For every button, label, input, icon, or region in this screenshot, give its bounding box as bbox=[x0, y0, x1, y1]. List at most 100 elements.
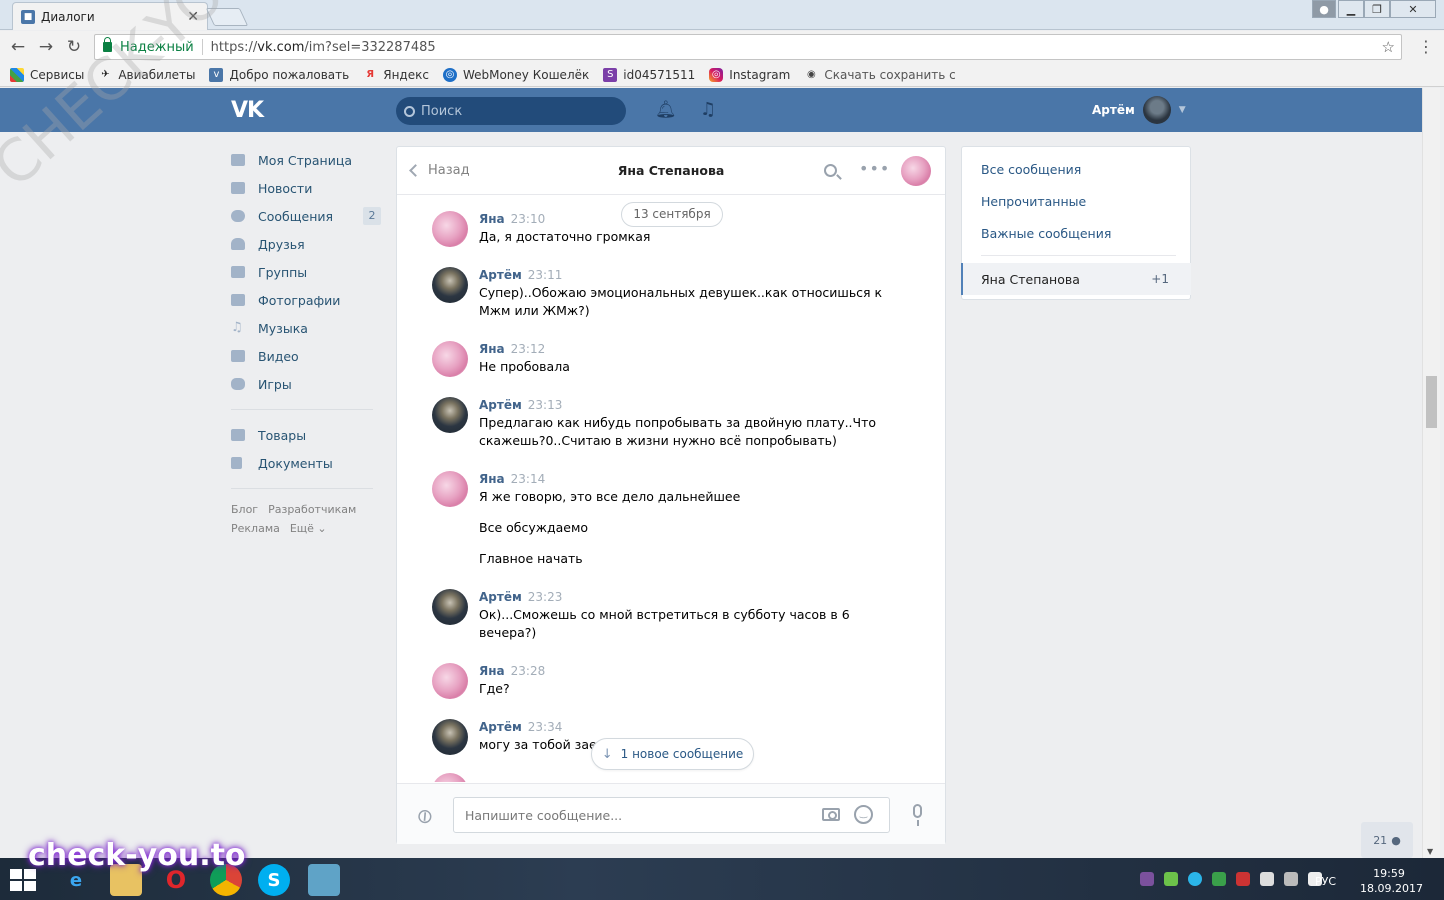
scrollbar-thumb[interactable] bbox=[1426, 376, 1437, 428]
avatar[interactable] bbox=[432, 267, 468, 303]
avatar[interactable] bbox=[432, 773, 468, 782]
viber-icon[interactable] bbox=[1140, 872, 1154, 886]
skype-icon[interactable]: S bbox=[258, 864, 290, 896]
message-author[interactable]: Артём bbox=[479, 268, 522, 282]
nav-item-video[interactable]: Видео bbox=[231, 342, 381, 370]
message-author[interactable]: Яна bbox=[479, 472, 505, 486]
microphone-icon[interactable] bbox=[913, 804, 922, 826]
tray-app-icon[interactable] bbox=[1164, 872, 1178, 886]
search-icon bbox=[404, 105, 415, 117]
bookmark-avia[interactable]: ✈ Авиабилеты bbox=[98, 68, 195, 82]
nav-label: Группы bbox=[258, 264, 308, 280]
maximize-button[interactable]: ❐ bbox=[1364, 0, 1390, 18]
message-text: Все обсуждаемо bbox=[479, 520, 589, 535]
skype-tray-icon[interactable] bbox=[1188, 872, 1202, 886]
tray-tool-icon[interactable] bbox=[1260, 872, 1274, 886]
bookmark-webmoney[interactable]: ◎ WebMoney Кошелёк bbox=[442, 67, 589, 82]
nav-item-groups[interactable]: Группы bbox=[231, 258, 381, 286]
message-author[interactable]: Яна bbox=[479, 664, 505, 678]
paperclip-icon[interactable]: ⊘ bbox=[410, 801, 438, 830]
filter-all-messages[interactable]: Все сообщения bbox=[981, 162, 1081, 177]
more-icon[interactable]: ••• bbox=[859, 159, 890, 178]
footer-link-developers[interactable]: Разработчикам bbox=[268, 503, 356, 516]
nav-item-goods[interactable]: Товары bbox=[231, 421, 381, 449]
address-bar[interactable]: Надежный https://vk.com/im?sel=332287485… bbox=[94, 34, 1402, 60]
bookmark-yandex[interactable]: Я Яндекс bbox=[363, 68, 429, 82]
close-icon[interactable]: ✕ bbox=[187, 9, 199, 25]
message-time: 23:23 bbox=[527, 590, 563, 604]
message-text: Не пробовала bbox=[479, 359, 570, 374]
bookmark-vk[interactable]: v Добро пожаловать bbox=[209, 67, 349, 82]
message-author[interactable]: Артём bbox=[479, 720, 522, 734]
nav-item-messages[interactable]: Сообщения 2 bbox=[231, 202, 381, 230]
message-author[interactable]: Яна bbox=[479, 212, 505, 226]
vk-logo[interactable]: VK bbox=[231, 98, 264, 123]
network-icon[interactable] bbox=[1284, 872, 1298, 886]
bookmark-instagram[interactable]: ◎ Instagram bbox=[709, 67, 790, 82]
bookmark-download[interactable]: ◉ Скачать сохранить с bbox=[804, 68, 956, 82]
search-icon[interactable] bbox=[824, 164, 837, 177]
url-path: /im?sel=332287485 bbox=[304, 39, 436, 55]
message-text: Ок)...Сможешь со мной встретиться в субб… bbox=[479, 607, 850, 640]
new-messages-button[interactable]: ↓ 1 новое сообщение bbox=[591, 738, 754, 770]
avatar[interactable] bbox=[432, 397, 468, 433]
footer-link-blog[interactable]: Блог bbox=[231, 503, 258, 516]
webmoney-icon: ◎ bbox=[442, 67, 457, 82]
bookmark-star-icon[interactable]: ☆ bbox=[1382, 38, 1395, 56]
emoji-icon[interactable]: ‿ bbox=[854, 805, 873, 824]
online-friends-widget[interactable]: 21 ● bbox=[1361, 822, 1413, 858]
back-arrow-icon[interactable]: ← bbox=[8, 37, 28, 57]
browser-menu-icon[interactable]: ⋮ bbox=[1418, 37, 1434, 56]
message-author[interactable]: Артём bbox=[479, 590, 522, 604]
avatar[interactable] bbox=[901, 156, 931, 186]
bookmark-id[interactable]: Sid04571511 bbox=[603, 67, 695, 82]
active-dialog-item[interactable]: Яна Степанова +1 bbox=[961, 263, 1191, 295]
message-author[interactable]: Яна bbox=[479, 342, 505, 356]
tray-green-icon[interactable] bbox=[1212, 872, 1226, 886]
new-tab-button[interactable] bbox=[205, 8, 249, 26]
minimize-button[interactable]: ▁ bbox=[1338, 0, 1364, 18]
nav-item-my-page[interactable]: Моя Страница bbox=[231, 146, 381, 174]
filter-unread[interactable]: Непрочитанные bbox=[981, 194, 1086, 209]
user-menu[interactable]: Артём ▼ bbox=[1092, 96, 1186, 124]
nav-item-friends[interactable]: Друзья bbox=[231, 230, 381, 258]
reload-icon[interactable]: ↻ bbox=[64, 37, 84, 57]
bookmark-services[interactable]: Сервисы bbox=[10, 67, 84, 82]
message-list[interactable]: Яна 23:10 Да, я достаточно громкая Артём 2… bbox=[397, 196, 945, 782]
avatar[interactable] bbox=[432, 211, 468, 247]
message-text: Да, я достаточно громкая bbox=[479, 229, 651, 244]
tray-red-icon[interactable] bbox=[1236, 872, 1250, 886]
scroll-down-arrow-icon[interactable]: ▼ bbox=[1427, 847, 1433, 856]
nav-item-news[interactable]: Новости bbox=[231, 174, 381, 202]
message-time: 23:10 bbox=[510, 212, 546, 226]
avatar[interactable] bbox=[432, 663, 468, 699]
avatar[interactable] bbox=[432, 471, 468, 507]
avatar[interactable] bbox=[432, 341, 468, 377]
eye-icon: ◉ bbox=[806, 68, 816, 80]
avatar[interactable] bbox=[432, 589, 468, 625]
message-composer: ⊘ ‿ bbox=[397, 783, 945, 844]
nav-item-photos[interactable]: Фотографии bbox=[231, 286, 381, 314]
search-box[interactable] bbox=[396, 97, 626, 125]
message-author[interactable]: Артём bbox=[479, 398, 522, 412]
notepad-icon[interactable] bbox=[308, 864, 340, 896]
footer-link-ads[interactable]: Реклама bbox=[231, 522, 280, 535]
window-close-button[interactable]: ✕ bbox=[1390, 0, 1436, 18]
profile-icon[interactable]: ● bbox=[1312, 0, 1336, 18]
nav-item-documents[interactable]: Документы bbox=[231, 449, 381, 477]
browser-tab[interactable]: ■ Диалоги ✕ bbox=[12, 2, 208, 30]
chat-panel: Назад Яна Степанова ••• 13 сентября Яна 2… bbox=[396, 146, 946, 844]
footer-link-more[interactable]: Ещё ⌄ bbox=[290, 522, 327, 535]
camera-icon[interactable] bbox=[822, 808, 840, 821]
forward-arrow-icon[interactable]: → bbox=[36, 37, 56, 57]
search-input[interactable] bbox=[421, 103, 601, 119]
nav-item-games[interactable]: Игры bbox=[231, 370, 381, 398]
music-icon[interactable]: ♫ bbox=[700, 99, 716, 120]
taskbar-clock[interactable]: 19:59 18.09.2017 bbox=[1360, 866, 1423, 896]
language-indicator[interactable]: РУС bbox=[1315, 875, 1336, 888]
nav-item-music[interactable]: ♫ Музыка bbox=[231, 314, 381, 342]
filter-important[interactable]: Важные сообщения bbox=[981, 226, 1111, 241]
page-scrollbar[interactable]: ▼ bbox=[1422, 88, 1440, 858]
bell-icon[interactable]: 🔔︎ bbox=[655, 100, 677, 120]
avatar[interactable] bbox=[432, 719, 468, 755]
